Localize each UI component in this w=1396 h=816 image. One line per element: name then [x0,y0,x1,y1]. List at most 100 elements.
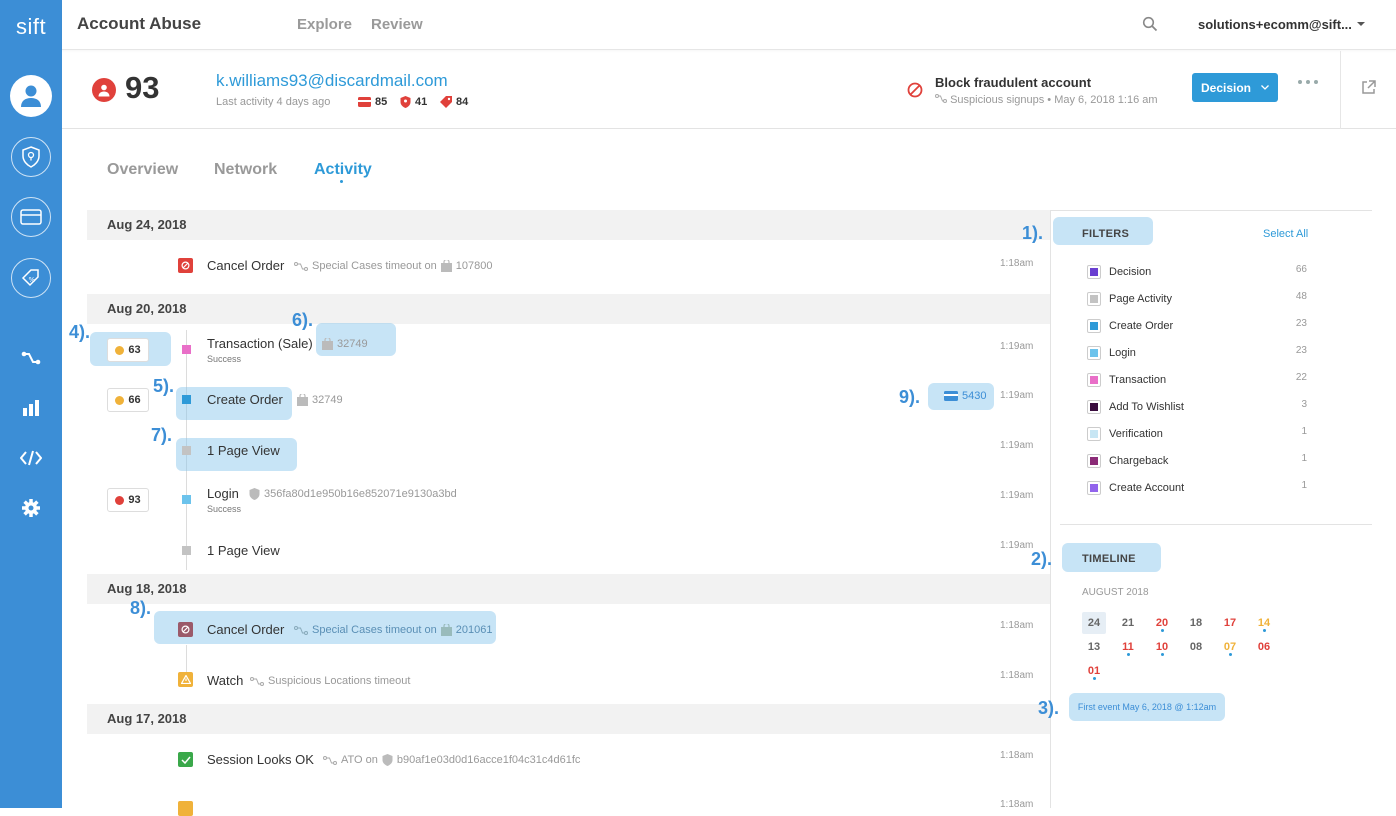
timeline-day[interactable]: 20 [1150,612,1174,634]
order-id[interactable]: 201061 [456,624,493,636]
filter-checkbox[interactable] [1087,292,1101,306]
event-meta-text: Special Cases timeout on [312,260,437,272]
top-bar: Account Abuse Explore Review solutions+e… [62,0,1396,50]
cancel-order-icon [178,622,193,637]
tab-network[interactable]: Network [214,161,277,179]
event-title[interactable]: Session Looks OK [207,752,314,767]
order-id[interactable]: 32749 [312,394,343,406]
card-ref[interactable]: 5430 [944,390,986,402]
filter-item[interactable]: Verification 1 [1087,426,1307,444]
filter-item[interactable]: Create Account 1 [1087,480,1307,498]
filter-count: 23 [1295,318,1307,329]
event-title[interactable]: Login [207,486,239,501]
event-title[interactable]: Cancel Order [207,258,284,273]
filter-count: 48 [1295,291,1307,302]
sift-logo[interactable]: sift [0,14,62,40]
filter-item[interactable]: Chargeback 1 [1087,453,1307,471]
event-meta: ATO on b90af1e03d0d16acce1f04c31c4d61fc [323,754,580,766]
session-id[interactable]: 356fa80d1e950b16e852071e9130a3bd [264,488,457,500]
last-activity: Last activity 4 days ago [216,96,331,108]
event-title[interactable]: 1 Page View [207,543,280,558]
score-chip[interactable]: 66 [107,388,149,412]
order-id[interactable]: 32749 [337,338,368,350]
filter-item[interactable]: Page Activity 48 [1087,291,1307,309]
promo-tag-nav-icon[interactable]: % [11,258,51,298]
score-chip[interactable]: 93 [107,488,149,512]
score-chip-value: 93 [128,494,141,506]
filter-checkbox[interactable] [1087,319,1101,333]
filter-item[interactable]: Transaction 22 [1087,372,1307,390]
date-header: Aug 20, 2018 [87,294,1050,324]
developer-nav-icon[interactable] [11,438,51,478]
active-tab-indicator [340,180,343,183]
score-chip[interactable]: 63 [107,338,149,362]
event-title[interactable]: Cancel Order [207,622,284,637]
timeline-day[interactable]: 13 [1082,636,1106,658]
annotation-2: 2). [1031,549,1053,569]
annotation-6: 6). [292,310,314,330]
event-title[interactable]: Watch [207,673,243,688]
nav-explore[interactable]: Explore [297,16,352,33]
workflow-nav-icon[interactable] [11,338,51,378]
tab-activity[interactable]: Activity [314,161,372,179]
user-nav-icon[interactable] [10,75,52,117]
timeline-day[interactable]: 17 [1218,612,1242,634]
session-id[interactable]: b90af1e03d0d16acce1f04c31c4d61fc [397,754,581,766]
timeline-day[interactable]: 18 [1184,612,1208,634]
header-divider [1340,51,1341,129]
settings-gear-icon[interactable] [11,488,51,528]
workflow-icon [294,261,308,271]
select-all-link[interactable]: Select All [1263,228,1308,240]
timeline-day-label: 13 [1087,641,1101,653]
filter-item[interactable]: Add To Wishlist 3 [1087,399,1307,417]
account-menu[interactable]: solutions+ecomm@sift... [1198,17,1352,32]
device-shield-icon [249,488,260,500]
timeline-day[interactable]: 07 [1218,636,1242,658]
timeline-day[interactable]: 21 [1116,612,1140,634]
filter-checkbox[interactable] [1087,346,1101,360]
timeline-day[interactable]: 01 [1082,660,1106,682]
search-icon[interactable] [1142,16,1158,37]
app-title: Account Abuse [77,14,202,33]
decision-button[interactable]: Decision [1192,73,1278,102]
filter-checkbox[interactable] [1087,265,1101,279]
event-title[interactable]: Create Order [207,392,283,407]
event-status: Success [207,504,242,514]
more-options-icon[interactable] [1298,80,1318,84]
timeline-day[interactable]: 06 [1252,636,1276,658]
timeline-day[interactable]: 24 [1082,612,1106,634]
timeline-day-label: 24 [1087,617,1101,629]
annotation-5: 5). [153,376,175,396]
activity-dot [1262,629,1266,632]
filter-item[interactable]: Decision 66 [1087,264,1307,282]
filter-checkbox[interactable] [1087,400,1101,414]
timeline-day[interactable]: 11 [1116,636,1140,658]
card-nav-icon[interactable] [11,197,51,237]
shield-nav-icon[interactable] [11,137,51,177]
external-link-icon[interactable] [1361,80,1376,100]
timeline-day[interactable]: 10 [1150,636,1174,658]
user-score-icon [115,345,125,355]
ato-score: 41 [400,96,427,108]
filter-item[interactable]: Login 23 [1087,345,1307,363]
filter-checkbox[interactable] [1087,481,1101,495]
nav-review[interactable]: Review [371,16,423,33]
event-title[interactable]: Transaction (Sale) [207,336,313,351]
svg-text:%: % [29,276,36,284]
filter-checkbox[interactable] [1087,427,1101,441]
user-email[interactable]: k.williams93@discardmail.com [216,71,448,91]
order-id[interactable]: 107800 [456,260,493,272]
chevron-down-icon[interactable] [1357,22,1365,26]
filter-item[interactable]: Create Order 23 [1087,318,1307,336]
tab-overview[interactable]: Overview [107,161,178,179]
filter-checkbox[interactable] [1087,454,1101,468]
annotation-3: 3). [1038,698,1060,718]
event-title[interactable]: 1 Page View [207,443,280,458]
timeline-day[interactable]: 08 [1184,636,1208,658]
analytics-nav-icon[interactable] [11,388,51,428]
filter-count: 23 [1295,345,1307,356]
filter-checkbox[interactable] [1087,373,1101,387]
card-icon [358,97,371,107]
timeline-day[interactable]: 14 [1252,612,1276,634]
payment-score-value: 85 [375,96,388,108]
